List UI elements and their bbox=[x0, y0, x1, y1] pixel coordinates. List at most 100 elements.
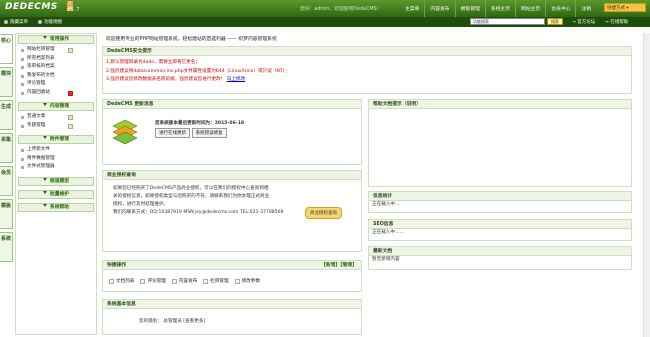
sidebar: 常用操作 网站栏目管理 所有档案列表 等审核的档案 我发布的文档 评论管理 内容… bbox=[15, 33, 97, 335]
quick-link-doc-list[interactable]: 文档列表 bbox=[109, 278, 134, 284]
item-label: 文件式管理器 bbox=[27, 164, 55, 169]
nav-system-home[interactable]: 系统主页 bbox=[484, 0, 515, 17]
function-search-input[interactable]: 功能搜索 bbox=[470, 18, 545, 25]
sidebar-group-common[interactable]: 常用操作 bbox=[18, 35, 94, 44]
help-link[interactable]: → 在线帮助 bbox=[605, 19, 628, 25]
sidebar-item-recycle[interactable]: 内容回收站 bbox=[16, 89, 96, 98]
hide-menu-button[interactable]: 隐藏菜单 bbox=[4, 19, 28, 25]
quick-access-button[interactable]: 快捷方式 ▾ bbox=[604, 3, 646, 12]
license-title: 商业授权查询 bbox=[103, 171, 361, 180]
help-title: 帮助文档提示（说明） bbox=[369, 100, 631, 109]
sidebar-group-channel[interactable]: 频道模型 bbox=[18, 176, 94, 186]
hide-menu-icon bbox=[4, 20, 8, 24]
sidebar-item-all-docs[interactable]: 所有档案列表 bbox=[16, 55, 96, 64]
group-title: 常用操作 bbox=[49, 37, 70, 42]
tab-template[interactable]: 模板 bbox=[0, 199, 13, 229]
link-label: 文档列表 bbox=[116, 279, 135, 284]
tab-member[interactable]: 会员 bbox=[0, 166, 13, 196]
error-fix-button[interactable]: 系统错误修复 bbox=[191, 128, 227, 138]
tab-system[interactable]: 系统 bbox=[0, 232, 13, 262]
stats-text: 正在载入中... bbox=[372, 202, 400, 207]
scrollbar[interactable] bbox=[643, 33, 650, 337]
latest-panel: 最新文档 暂无新增内容 bbox=[368, 246, 632, 270]
search-button[interactable]: 搜索 bbox=[547, 18, 563, 25]
sidebar-item-comments[interactable]: 评论管理 bbox=[16, 80, 96, 89]
link-label: 评论管理 bbox=[147, 279, 166, 284]
sidebar-item-file-manager[interactable]: 文件式管理器 bbox=[16, 163, 96, 172]
forum-link[interactable]: → 官方论坛 bbox=[572, 19, 595, 25]
tab-generate[interactable]: 生成 bbox=[0, 100, 13, 130]
forum-label: 官方论坛 bbox=[577, 20, 596, 25]
shield-icon bbox=[68, 90, 73, 96]
quick-access-label: 快捷方式 bbox=[607, 6, 625, 11]
sitemap-button[interactable]: 功能地图 bbox=[38, 19, 62, 25]
update-icon bbox=[112, 119, 138, 145]
item-label: 内容回收站 bbox=[27, 89, 50, 95]
logo: DEDECMS 试用 v5.7 bbox=[5, 1, 79, 13]
item-label: 网站栏目管理 bbox=[27, 47, 55, 52]
add-icon[interactable] bbox=[68, 115, 73, 120]
license-query-button[interactable]: 商业授权查询 bbox=[305, 207, 342, 219]
quick-link-publish[interactable]: 内容发布 bbox=[171, 278, 198, 284]
quick-links: 文档列表 评论管理 内容发布 栏目管理 修改参数 bbox=[109, 278, 260, 284]
settings-icon bbox=[234, 278, 240, 284]
top-bar: DEDECMS 试用 v5.7 您好：admin，欢迎使用DedeCMS！ 主菜单 … bbox=[0, 0, 650, 17]
latest-title: 最新文档 bbox=[369, 247, 631, 256]
nav-member-center[interactable]: 会员中心 bbox=[545, 0, 575, 17]
seo-text: 正在载入中...... bbox=[372, 230, 404, 235]
seo-panel: SEO信息 正在载入中...... bbox=[368, 219, 632, 241]
sidebar-item-article[interactable]: 普通文章 bbox=[16, 113, 96, 122]
modify-now-link[interactable]: 马上修改 bbox=[227, 77, 245, 82]
sidebar-item-category[interactable]: 网站栏目管理 bbox=[16, 46, 96, 55]
quick-link-settings[interactable]: 修改参数 bbox=[234, 278, 260, 284]
collapse-icon bbox=[42, 203, 47, 207]
stats-title: 信息统计 bbox=[369, 192, 631, 201]
sidebar-group-help[interactable]: 系统帮助 bbox=[18, 202, 94, 212]
security-panel: DedeCMS安全提示 1.默认管理目录为dede，需要立即将它更名； 2.强烈… bbox=[102, 46, 632, 94]
group-title: 附件管理 bbox=[49, 137, 70, 142]
sidebar-group-attachment[interactable]: 附件管理 bbox=[18, 135, 94, 144]
license-contact: 我们的联系方式：QQ:10387919 MSN:jsy@dedecms.com … bbox=[113, 210, 284, 215]
item-label: 附件数据管理 bbox=[27, 155, 55, 161]
online-update-button[interactable]: 进行在线更新 bbox=[155, 128, 190, 138]
version-label: v5.7 bbox=[67, 7, 80, 13]
update-panel: DedeCMS 更新消息 您系统版本最后更新时间为：2015-06-18 进行在… bbox=[102, 99, 362, 165]
vertical-tabs: 核心 模块 生成 采集 会员 模板 系统 bbox=[0, 34, 15, 265]
sidebar-group-content[interactable]: 内容管理 bbox=[18, 102, 94, 111]
quick-actions-link[interactable]: 【新增】【管理】 bbox=[321, 261, 357, 270]
license-line-1: 如果您已经购买了DedeCMS产品商业授权，可以在我们的授权中心查询到相 bbox=[113, 186, 269, 191]
item-label: 普通文章 bbox=[27, 114, 46, 119]
sysinfo-line: 您的级别： 总管理员 [查看更多] bbox=[139, 319, 206, 324]
link-label: 内容发布 bbox=[178, 279, 198, 284]
quick-link-comments[interactable]: 评论管理 bbox=[140, 278, 166, 284]
tab-collect[interactable]: 采集 bbox=[0, 133, 13, 163]
security-line-2: 2.强烈建议将data/common.inc.php文件属性设置为644（Lin… bbox=[106, 68, 290, 74]
sidebar-item-attach-data[interactable]: 附件数据管理 bbox=[16, 155, 96, 164]
collapse-icon bbox=[42, 103, 47, 106]
nav-template[interactable]: 模板管理 bbox=[454, 0, 485, 17]
security-title: DedeCMS安全提示 bbox=[103, 47, 631, 56]
tab-module[interactable]: 模块 bbox=[0, 67, 13, 97]
publish-icon bbox=[171, 278, 177, 284]
sidebar-item-pending[interactable]: 等审核的档案 bbox=[16, 63, 96, 72]
nav-logout[interactable]: 注销 bbox=[575, 0, 596, 17]
nav-site-home[interactable]: 网站主页 bbox=[515, 0, 545, 17]
license-panel: 商业授权查询 如果您已经购买了DedeCMS产品商业授权，可以在我们的授权中心查… bbox=[102, 170, 362, 252]
sub-toolbar: 隐藏菜单 功能地图 功能搜索 搜索 → 官方论坛 → 在线帮助 bbox=[0, 17, 650, 27]
nav-content-publish[interactable]: 内容发布 bbox=[424, 0, 454, 17]
tab-core[interactable]: 核心 bbox=[0, 34, 13, 64]
top-nav: 主菜单 内容发布 模板管理 系统主页 网站主页 会员中心 注销 bbox=[400, 0, 596, 17]
group-title: 批量维护 bbox=[49, 191, 70, 197]
help-panel: 帮助文档提示（说明） bbox=[368, 99, 632, 187]
add-icon[interactable] bbox=[68, 48, 73, 53]
sidebar-item-my-docs[interactable]: 我发布的文档 bbox=[16, 72, 96, 81]
quick-title: 快捷操作 【新增】【管理】 bbox=[103, 261, 361, 270]
add-icon[interactable] bbox=[68, 123, 73, 129]
nav-main-menu[interactable]: 主菜单 bbox=[400, 0, 424, 17]
sidebar-group-batch[interactable]: 批量维护 bbox=[18, 189, 94, 199]
group-title: 频道模型 bbox=[49, 178, 70, 184]
sidebar-item-upload[interactable]: 上传新文件 bbox=[16, 146, 96, 155]
sidebar-item-special[interactable]: 专题管理 bbox=[16, 122, 96, 131]
link-label: 栏目管理 bbox=[210, 279, 229, 284]
quick-link-category[interactable]: 栏目管理 bbox=[203, 278, 229, 284]
